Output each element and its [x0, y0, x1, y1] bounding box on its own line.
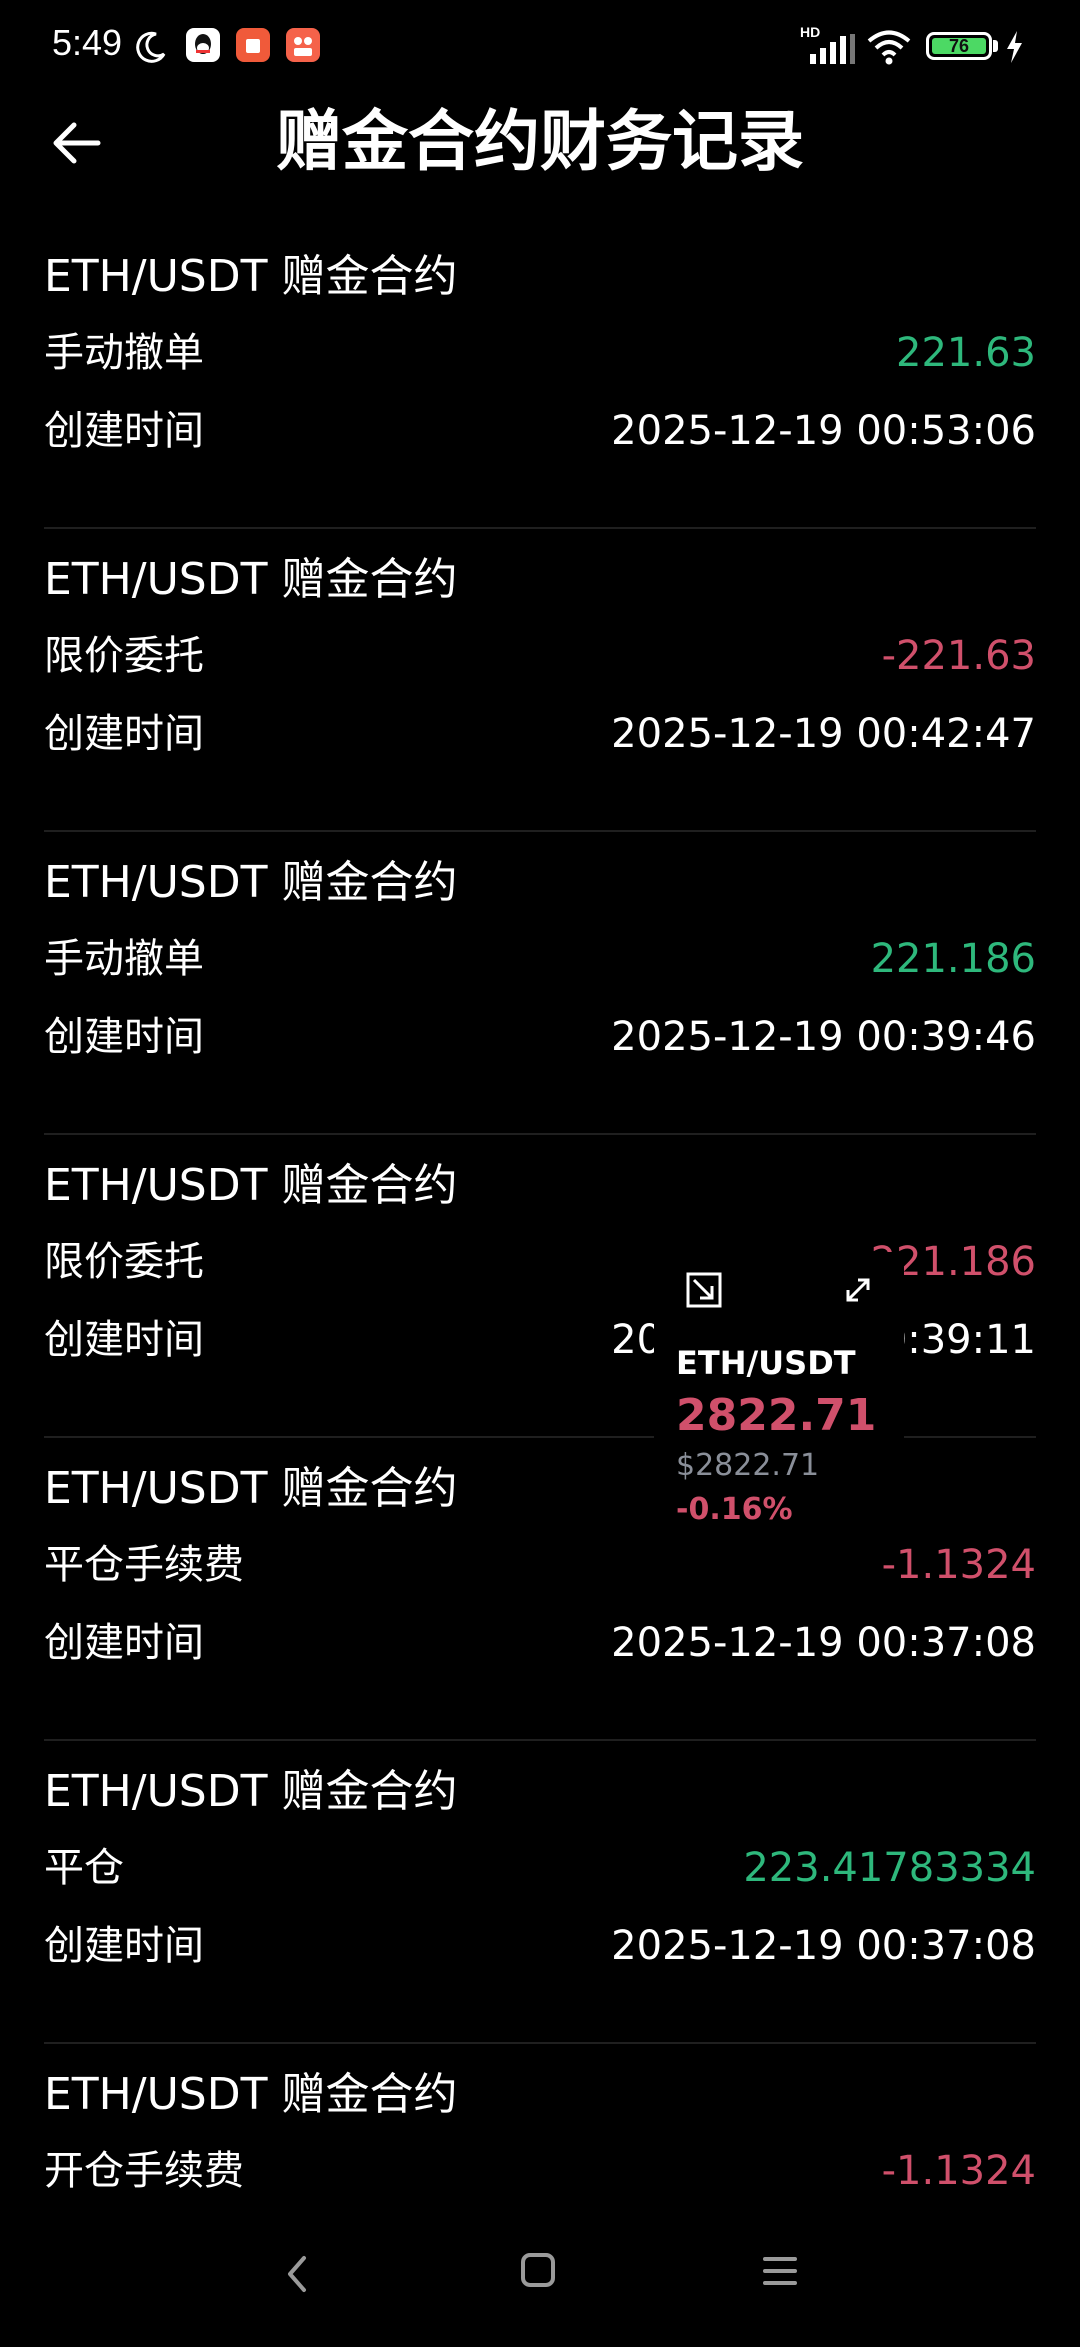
page-title: 赠金合约财务记录 [276, 103, 804, 180]
record-amount: -1.1324 [881, 1542, 1036, 1588]
record-amount: 223.41783334 [743, 1845, 1036, 1891]
battery-tip [993, 40, 998, 52]
expand-icon[interactable] [840, 1272, 876, 1308]
battery-indicator: 76 [926, 32, 992, 60]
record-item[interactable]: ETH/USDT 赠金合约 限价委托 -221.63 创建时间 2025-12-… [44, 529, 1036, 832]
record-title: ETH/USDT 赠金合约 [44, 857, 458, 908]
created-time-value: 2025-12-19 00:53:06 [611, 408, 1036, 454]
record-type: 手动撤单 [44, 330, 204, 376]
widget-symbol: ETH/USDT [676, 1344, 856, 1382]
record-amount: 221.186 [870, 936, 1036, 982]
shopping-app-icon [236, 28, 270, 62]
record-type: 开仓手续费 [44, 2148, 244, 2194]
record-title: ETH/USDT 赠金合约 [44, 1463, 458, 1514]
record-title: ETH/USDT 赠金合约 [44, 554, 458, 605]
moon-icon [136, 31, 166, 63]
nav-home-icon[interactable] [520, 2252, 556, 2288]
widget-usd-price: $2822.71 [676, 1448, 820, 1483]
cellular-signal-icon [810, 34, 855, 64]
nav-back-icon[interactable] [282, 2252, 312, 2296]
record-item[interactable]: ETH/USDT 赠金合约 平仓 223.41783334 创建时间 2025-… [44, 1741, 1036, 2044]
qq-app-icon [186, 28, 220, 62]
wifi-icon [867, 30, 911, 65]
widget-price: 2822.71 [676, 1390, 877, 1441]
created-time-value: 2025-12-19 00:37:08 [611, 1923, 1036, 1969]
record-item[interactable]: ETH/USDT 赠金合约 手动撤单 221.63 创建时间 2025-12-1… [44, 226, 1036, 529]
created-time-value: 2025-12-19 00:37:08 [611, 1620, 1036, 1666]
record-amount: -1.1324 [881, 2148, 1036, 2194]
battery-level: 76 [932, 36, 986, 56]
record-title: ETH/USDT 赠金合约 [44, 251, 458, 302]
records-list: ETH/USDT 赠金合约 手动撤单 221.63 创建时间 2025-12-1… [0, 226, 1080, 2347]
status-bar: 5:49 HD 76 [0, 0, 1080, 96]
created-time-label: 创建时间 [44, 408, 204, 454]
record-type: 平仓手续费 [44, 1542, 244, 1588]
created-time-label: 创建时间 [44, 711, 204, 757]
record-type: 限价委托 [44, 1239, 204, 1285]
system-navigation-bar [0, 2230, 1080, 2320]
collapse-window-icon[interactable] [684, 1270, 724, 1310]
record-title: ETH/USDT 赠金合约 [44, 2069, 458, 2120]
charging-bolt-icon [1007, 31, 1022, 63]
widget-change-percent: -0.16% [676, 1492, 793, 1527]
created-time-label: 创建时间 [44, 1620, 204, 1666]
created-time-label: 创建时间 [44, 1014, 204, 1060]
created-time-value: 2025-12-19 00:42:47 [611, 711, 1036, 757]
record-item[interactable]: ETH/USDT 赠金合约 手动撤单 221.186 创建时间 2025-12-… [44, 832, 1036, 1135]
floating-price-widget[interactable]: ETH/USDT 2822.71 $2822.71 -0.16% [654, 1252, 904, 1542]
created-time-label: 创建时间 [44, 1317, 204, 1363]
record-type: 平仓 [44, 1845, 124, 1891]
nav-menu-icon[interactable] [762, 2254, 798, 2288]
video-app-icon [286, 28, 320, 62]
created-time-value: 2025-12-19 00:39:46 [611, 1014, 1036, 1060]
record-type: 手动撤单 [44, 936, 204, 982]
created-time-label: 创建时间 [44, 1923, 204, 1969]
record-amount: -221.63 [881, 633, 1036, 679]
header: 赠金合约财务记录 [0, 96, 1080, 196]
record-type: 限价委托 [44, 633, 204, 679]
status-time: 5:49 [52, 22, 123, 63]
record-amount: 221.63 [896, 330, 1036, 376]
record-title: ETH/USDT 赠金合约 [44, 1766, 458, 1817]
record-title: ETH/USDT 赠金合约 [44, 1160, 458, 1211]
